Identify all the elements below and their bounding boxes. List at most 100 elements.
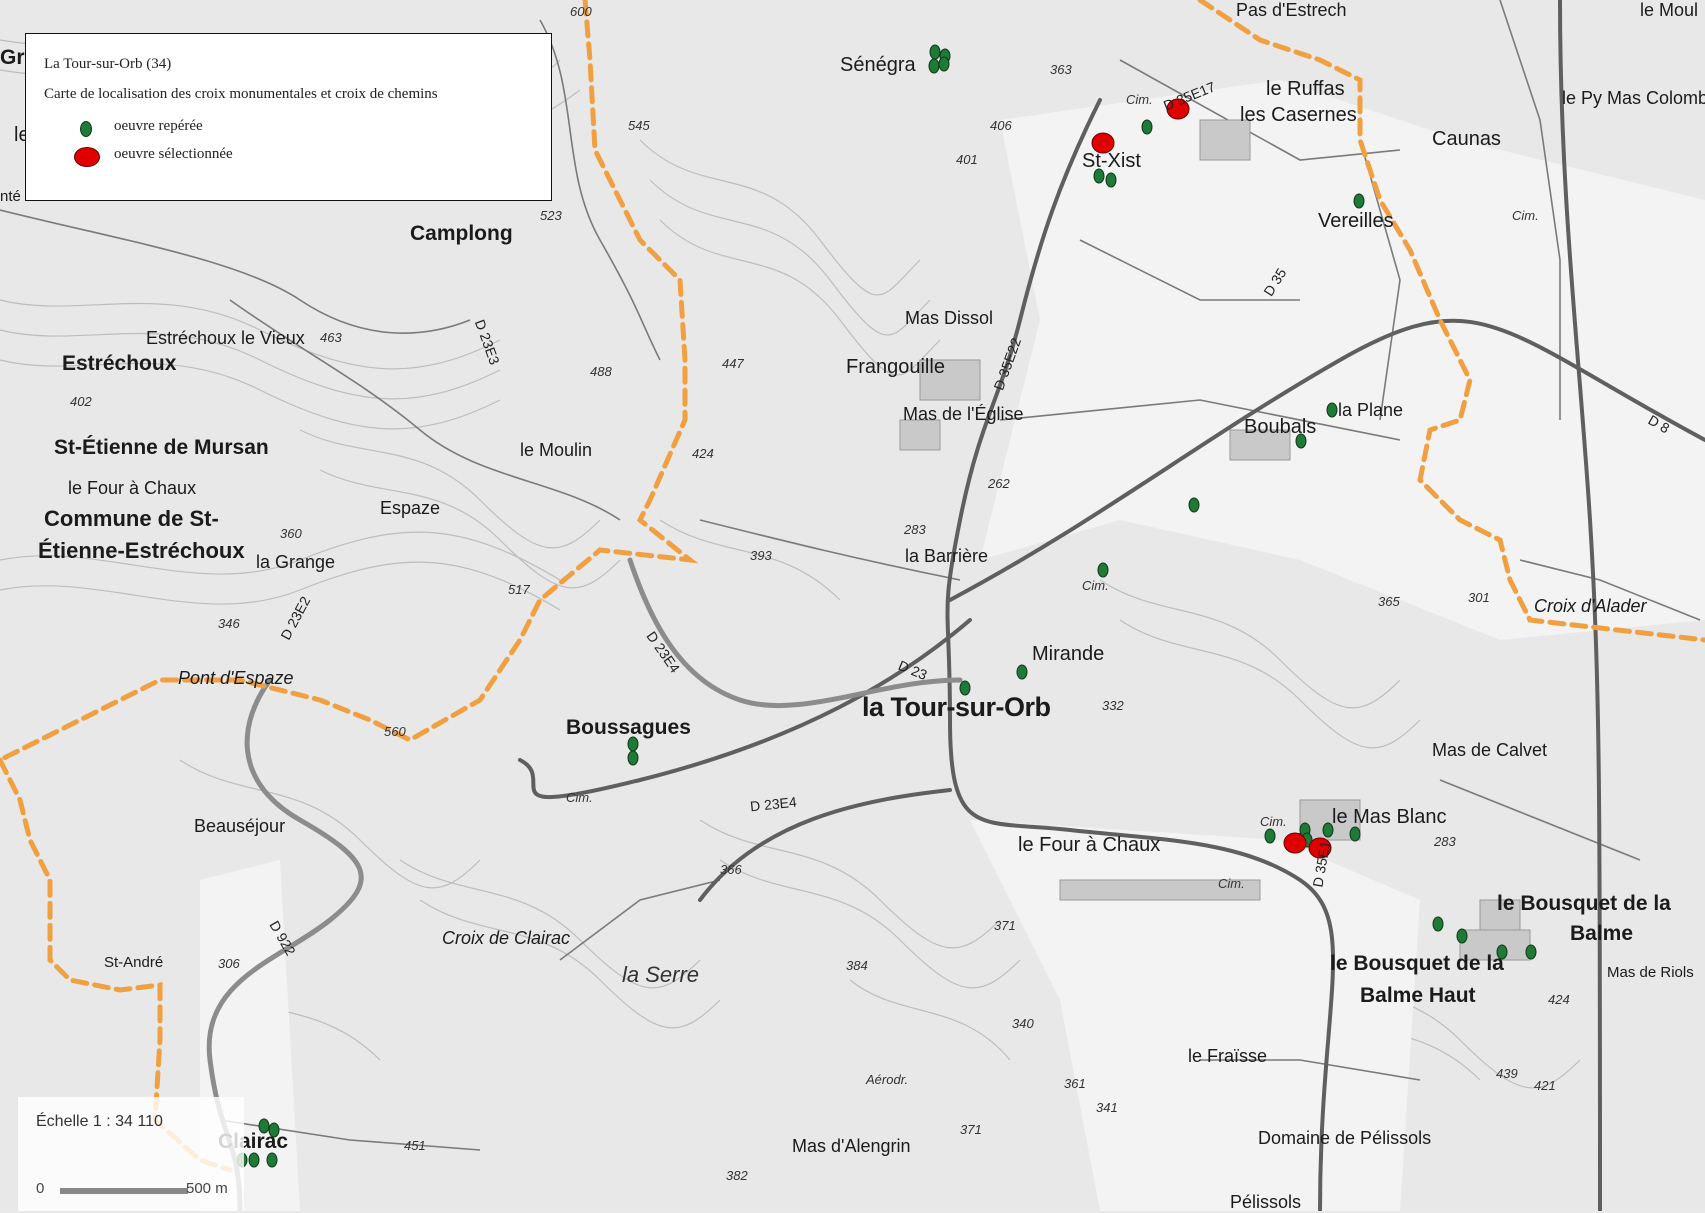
- altitude-label: 447: [722, 356, 744, 371]
- legend-title: La Tour-sur-Orb (34): [44, 56, 172, 72]
- place-boussagues: Boussagues: [566, 716, 691, 739]
- place-espaze: Espaze: [380, 498, 441, 518]
- place-nte-edge: nté: [0, 188, 21, 205]
- altitude-label: 283: [904, 522, 926, 537]
- altitude-label: 341: [1096, 1100, 1118, 1115]
- scale-bar: [60, 1188, 188, 1194]
- altitude-label: 517: [508, 582, 530, 597]
- repere-marker: [1016, 664, 1028, 680]
- green-dot-icon: [80, 121, 92, 137]
- altitude-label: 360: [280, 526, 302, 541]
- altitude-label: 384: [846, 958, 868, 973]
- altitude-label: 371: [960, 1122, 982, 1137]
- place-les-casernes: les Casernes: [1240, 104, 1357, 126]
- altitude-label: 401: [956, 152, 978, 167]
- place-le-four-a-chaux-west: le Four à Chaux: [68, 478, 197, 498]
- altitude-label: 306: [218, 956, 240, 971]
- repere-marker: [928, 58, 940, 74]
- place-la-serre: la Serre: [622, 962, 700, 987]
- cemetery-label: Cim.: [1260, 814, 1287, 829]
- place-commune-line1: Commune de St-: [44, 506, 219, 531]
- altitude-label: 488: [590, 364, 612, 379]
- place-estrechoux: Estréchoux: [62, 352, 177, 375]
- scale-zero: 0: [36, 1180, 45, 1197]
- altitude-label: 332: [1102, 698, 1124, 713]
- repere-marker: [1188, 497, 1200, 513]
- altitude-label: 402: [70, 394, 92, 409]
- cemetery-label: Cim.: [1218, 876, 1245, 891]
- repere-marker: [1326, 402, 1338, 418]
- legend-subtitle: Carte de localisation des croix monument…: [44, 86, 438, 102]
- place-bousquet-line1: le Bousquet de la: [1497, 892, 1671, 915]
- place-la-barriere: la Barrière: [905, 546, 989, 566]
- legend-item-label: oeuvre sélectionnée: [114, 146, 233, 162]
- place-pont-despaze: Pont d'Espaze: [178, 668, 294, 688]
- repere-marker: [1264, 828, 1276, 844]
- altitude-label: 424: [1548, 992, 1570, 1007]
- place-aerodrome: Aérodr.: [866, 1072, 909, 1087]
- scale-distance: 500 m: [186, 1180, 228, 1197]
- altitude-label: 424: [692, 446, 714, 461]
- place-mas-de-leglise: Mas de l'Église: [903, 404, 1024, 424]
- place-estrechoux-le-vieux: Estréchoux le Vieux: [146, 328, 305, 348]
- place-st-xist: St-Xist: [1082, 150, 1141, 172]
- repere-marker: [929, 44, 941, 60]
- place-caunas: Caunas: [1432, 128, 1501, 150]
- altitude-label: 393: [750, 548, 772, 563]
- altitude-label: 361: [1064, 1076, 1086, 1091]
- repere-marker: [1456, 928, 1468, 944]
- place-st-etienne-de-mursan: St-Étienne de Mursan: [54, 436, 269, 459]
- altitude-label: 421: [1534, 1078, 1556, 1093]
- altitude-label: 382: [726, 1168, 748, 1183]
- altitude-label: 371: [994, 918, 1016, 933]
- place-mirande: Mirande: [1032, 643, 1105, 665]
- repere-marker: [266, 1152, 278, 1168]
- place-camplong: Camplong: [410, 222, 513, 245]
- place-pas-destrech: Pas d'Estrech: [1236, 0, 1347, 20]
- altitude-label: 451: [404, 1138, 426, 1153]
- legend-item-label: oeuvre repérée: [114, 118, 203, 134]
- cemetery-label: Cim.: [1082, 578, 1109, 593]
- altitude-label: 346: [218, 616, 240, 631]
- repere-marker: [1432, 916, 1444, 932]
- altitude-label: 363: [1050, 62, 1072, 77]
- repere-marker: [248, 1152, 260, 1168]
- place-le-moulin: le Moulin: [520, 440, 593, 460]
- altitude-label: 406: [990, 118, 1012, 133]
- altitude-label: 463: [320, 330, 342, 345]
- place-croix-dalader: Croix d'Alader: [1534, 596, 1647, 616]
- repere-marker: [627, 750, 639, 766]
- place-st-andre: St-André: [104, 954, 164, 971]
- repere-marker: [938, 56, 950, 72]
- selection-marker: [1283, 832, 1307, 854]
- red-dot-icon: [74, 147, 100, 167]
- altitude-label: 523: [540, 208, 562, 223]
- place-beausejour: Beauséjour: [194, 816, 286, 836]
- altitude-label: 301: [1468, 590, 1490, 605]
- place-commune-line2: Étienne-Estréchoux: [38, 538, 245, 563]
- place-le-ruffas: le Ruffas: [1266, 78, 1345, 100]
- altitude-label: 340: [1012, 1016, 1034, 1031]
- altitude-label: 365: [1378, 594, 1400, 609]
- place-la-grange: la Grange: [256, 552, 336, 572]
- altitude-label: 283: [1434, 834, 1456, 849]
- place-frangouille: Frangouille: [846, 356, 945, 378]
- repere-marker: [1349, 826, 1361, 842]
- place-mas-dissol: Mas Dissol: [905, 308, 994, 328]
- place-le-mas-blanc: le Mas Blanc: [1332, 806, 1447, 828]
- repere-marker: [1525, 944, 1537, 960]
- cemetery-label: Cim.: [1512, 208, 1539, 223]
- repere-marker: [1353, 193, 1365, 209]
- altitude-label: 439: [1496, 1066, 1518, 1081]
- place-le-four-a-chaux-east: le Four à Chaux: [1018, 834, 1161, 856]
- altitude-label: 366: [720, 862, 742, 877]
- place-domaine-de-pelissols: Domaine de Pélissols: [1258, 1128, 1432, 1148]
- place-mas-de-riols: Mas de Riols: [1607, 964, 1694, 981]
- altitude-label: 560: [384, 724, 406, 739]
- place-bousquet-line2: Balme: [1570, 922, 1634, 945]
- place-mas-dalengrin: Mas d'Alengrin: [792, 1136, 911, 1156]
- place-le-fraisse: le Fraïsse: [1188, 1046, 1268, 1066]
- repere-marker: [1097, 562, 1109, 578]
- scale-label: Échelle 1 : 34 110: [36, 1113, 163, 1130]
- place-la-plane: la Plane: [1338, 400, 1404, 420]
